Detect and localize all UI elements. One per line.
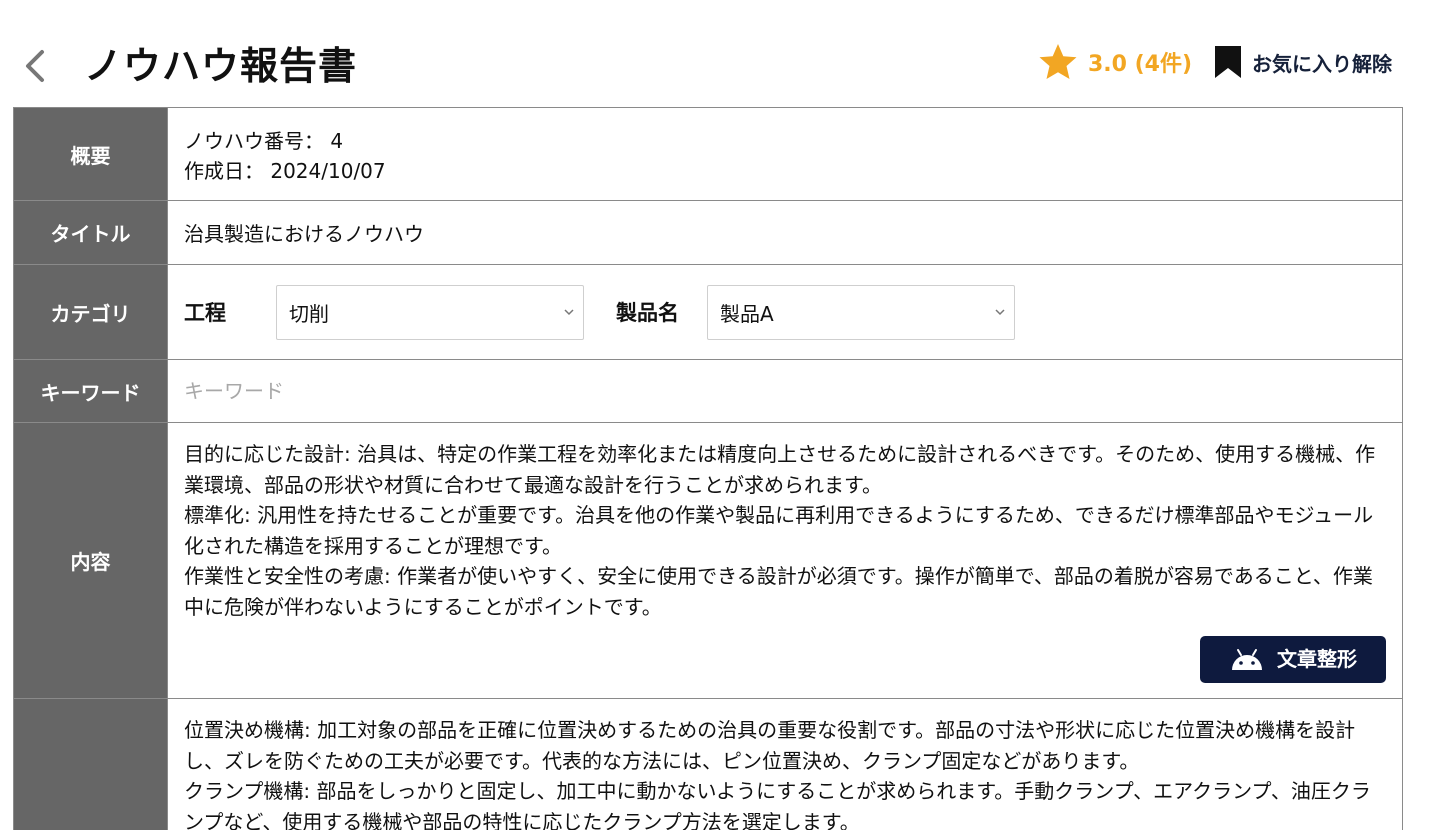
content-paragraph: 目的に応じた設計: 治具は、特定の作業工程を効率化または精度向上させるために設計… [184,442,1376,497]
category-row: カテゴリ 工程 切削 製品名 製品A [14,265,1402,360]
created-date: 作成日： 2024/10/07 [184,159,386,183]
content-label: 内容 [14,423,168,698]
content-paragraph: 作業性と安全性の考慮: 作業者が使いやすく、安全に使用できる設計が必須です。操作… [184,564,1373,619]
content-paragraph: 位置決め機構: 加工対象の部品を正確に位置決めするための治具の重要な役割です。部… [184,718,1356,773]
knowhow-number: ノウハウ番号： 4 [184,129,344,153]
report-form: 概要 ノウハウ番号： 4 作成日： 2024/10/07 タイトル 治具製造にお… [13,107,1403,830]
category-label: カテゴリ [14,265,168,359]
overview-row: 概要 ノウハウ番号： 4 作成日： 2024/10/07 [14,108,1402,201]
remove-favorite-label: お気に入り解除 [1252,51,1392,76]
process-select-value: 切削 [289,301,329,326]
overview-value: ノウハウ番号： 4 作成日： 2024/10/07 [168,108,1402,200]
bookmark-icon [1215,46,1241,78]
keyword-value [168,360,1402,422]
keyword-input[interactable] [184,379,1386,403]
remove-favorite-button[interactable]: お気に入り解除 [1212,42,1392,82]
format-text-label: 文章整形 [1277,647,1357,672]
title-value: 治具製造におけるノウハウ [184,222,424,246]
overview-label: 概要 [14,108,168,200]
product-label: 製品名 [616,301,679,325]
process-label: 工程 [184,301,226,325]
content2-label [14,699,168,830]
category-value: 工程 切削 製品名 製品A [168,265,1402,359]
chevron-down-icon [995,308,1005,315]
back-button[interactable] [20,46,50,86]
process-select[interactable]: 切削 [276,284,584,340]
rating-summary[interactable]: 3.0 (4件) [1038,42,1192,82]
rating-text: 3.0 (4件) [1088,52,1193,77]
title-row: タイトル 治具製造におけるノウハウ [14,201,1402,265]
content-paragraph: クランプ機構: 部品をしっかりと固定し、加工中に動かないようにすることが求められ… [184,779,1371,830]
format-text-button[interactable]: 文章整形 [1200,636,1386,683]
chevron-left-icon [26,50,44,82]
page-header: ノウハウ報告書 3.0 (4件) お気に入り解除 [0,0,1444,108]
title-label: タイトル [14,201,168,264]
content-paragraph: 標準化: 汎用性を持たせることが重要です。治具を他の作業や製品に再利用できるよう… [184,503,1374,558]
keyword-row: キーワード [14,360,1402,423]
product-select[interactable]: 製品A [707,284,1015,340]
content2-text[interactable]: 位置決め機構: 加工対象の部品を正確に位置決めするための治具の重要な役割です。部… [168,699,1402,830]
product-select-value: 製品A [720,301,774,326]
content-row: 内容 目的に応じた設計: 治具は、特定の作業工程を効率化または精度向上させるため… [14,423,1402,699]
page-title: ノウハウ報告書 [84,44,358,88]
content-row-2: 位置決め機構: 加工対象の部品を正確に位置決めするための治具の重要な役割です。部… [14,699,1402,830]
keyword-label: キーワード [14,360,168,422]
star-icon [1039,44,1077,79]
android-robot-icon [1232,648,1262,670]
content-text[interactable]: 目的に応じた設計: 治具は、特定の作業工程を効率化または精度向上させるために設計… [168,423,1402,698]
chevron-down-icon [564,308,574,315]
